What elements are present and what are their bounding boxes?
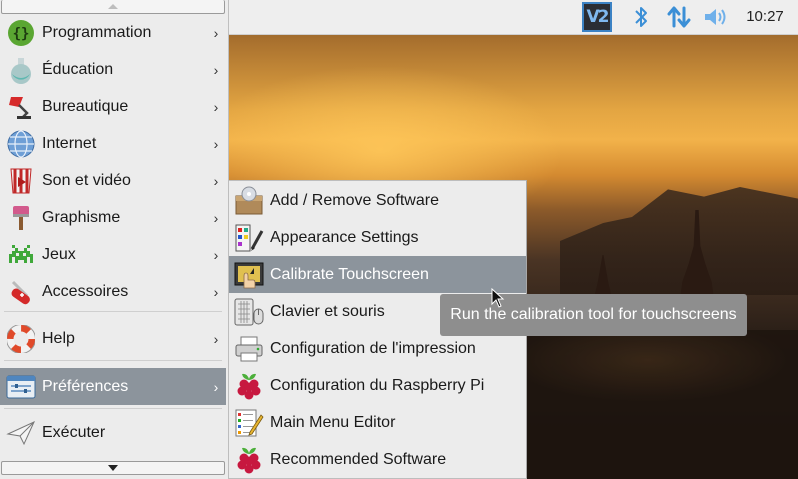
volume-tray-button[interactable]: [702, 0, 730, 34]
chevron-right-icon: ›: [213, 98, 219, 115]
menu-item-preferences[interactable]: Préférences ›: [0, 368, 226, 405]
lifebuoy-icon: [6, 324, 36, 354]
arrow-up-icon: [108, 4, 118, 9]
keyboard-mouse-icon: [234, 297, 264, 327]
vnc-tray-button[interactable]: V2: [580, 0, 614, 34]
menu-item-label: Jeux: [42, 245, 76, 263]
appearance-icon: [234, 223, 264, 253]
vnc-icon: V2: [582, 2, 612, 32]
games-invader-icon: [6, 240, 36, 270]
submenu-item-configuration-raspberry-pi[interactable]: Configuration du Raspberry Pi: [229, 367, 526, 404]
menu-item-bureautique[interactable]: Bureautique ›: [0, 88, 226, 125]
bluetooth-icon: [635, 7, 647, 27]
menu-editor-icon: [234, 408, 264, 438]
menu-item-label: Éducation: [42, 60, 114, 78]
network-icon: [667, 6, 691, 28]
programming-icon: {}: [6, 18, 36, 48]
menu-item-label: Accessoires: [42, 282, 129, 300]
menu-item-label: Exécuter: [42, 423, 106, 441]
touchscreen-icon: [234, 260, 264, 290]
chevron-right-icon: ›: [213, 61, 219, 78]
menu-item-label: Son et vidéo: [42, 171, 131, 189]
chevron-right-icon: ›: [213, 209, 219, 226]
wallpaper-hills: [560, 187, 798, 295]
menu-scroll-up-button[interactable]: [1, 0, 225, 14]
chevron-right-icon: ›: [213, 172, 219, 189]
submenu-item-main-menu-editor[interactable]: Main Menu Editor: [229, 404, 526, 441]
submenu-item-appearance-settings[interactable]: Appearance Settings: [229, 219, 526, 256]
menu-item-label: Programmation: [42, 23, 152, 41]
chevron-right-icon: ›: [213, 378, 219, 395]
submenu-item-calibrate-touchscreen[interactable]: Calibrate Touchscreen: [229, 256, 526, 293]
menu-item-jeux[interactable]: Jeux ›: [0, 236, 226, 273]
raspberry-icon: [234, 445, 264, 475]
globe-icon: [6, 129, 36, 159]
menu-item-son-et-video[interactable]: Son et vidéo ›: [0, 162, 226, 199]
submenu-item-recommended-software[interactable]: Recommended Software: [229, 441, 526, 478]
menu-separator: [4, 408, 222, 409]
volume-icon: [705, 9, 726, 25]
clock[interactable]: 10:27: [740, 0, 790, 34]
submenu-item-label: Configuration du Raspberry Pi: [270, 376, 485, 394]
submenu-item-add-remove-software[interactable]: Add / Remove Software: [229, 182, 526, 219]
arrow-down-icon: [108, 465, 118, 471]
swiss-knife-icon: [6, 277, 36, 307]
printer-icon: [234, 334, 264, 364]
menu-item-programmation[interactable]: {} Programmation ›: [0, 14, 226, 51]
preferences-icon: [6, 372, 36, 402]
menu-item-education[interactable]: Éducation ›: [0, 51, 226, 88]
education-flask-icon: [6, 55, 36, 85]
submenu-item-label: Clavier et souris: [270, 302, 385, 320]
chevron-right-icon: ›: [213, 246, 219, 263]
menu-item-help[interactable]: Help ›: [0, 320, 226, 357]
menu-item-graphisme[interactable]: Graphisme ›: [0, 199, 226, 236]
menu-separator: [4, 311, 222, 312]
network-tray-button[interactable]: [664, 0, 694, 34]
menu-item-executer[interactable]: Exécuter: [0, 414, 226, 451]
bluetooth-tray-button[interactable]: [628, 0, 654, 34]
sound-video-icon: [6, 166, 36, 196]
svg-text:{}: {}: [13, 26, 30, 42]
submenu-item-label: Configuration de l'impression: [270, 339, 476, 357]
chevron-right-icon: ›: [213, 135, 219, 152]
submenu-item-label: Calibrate Touchscreen: [270, 265, 429, 283]
paintbrush-icon: [6, 203, 36, 233]
mouse-cursor-icon: [491, 288, 505, 308]
menu-item-label: Graphisme: [42, 208, 121, 226]
menu-item-internet[interactable]: Internet ›: [0, 125, 226, 162]
package-icon: [234, 186, 264, 216]
tooltip: Run the calibration tool for touchscreen…: [440, 294, 747, 336]
menu-item-accessoires[interactable]: Accessoires ›: [0, 273, 226, 310]
submenu-item-label: Main Menu Editor: [270, 413, 396, 431]
submenu-item-label: Add / Remove Software: [270, 191, 439, 209]
menu-item-label: Bureautique: [42, 97, 129, 115]
menu-scroll-down-button[interactable]: [1, 461, 225, 475]
main-menu: {} Programmation › Éducation › Bureautiq…: [0, 0, 229, 479]
raspberry-icon: [234, 371, 264, 401]
chevron-right-icon: ›: [213, 330, 219, 347]
menu-item-label: Help: [42, 329, 75, 347]
menu-item-label: Internet: [42, 134, 97, 152]
run-paperplane-icon: [6, 418, 36, 448]
office-lamp-icon: [6, 92, 36, 122]
menu-separator: [4, 360, 222, 361]
chevron-right-icon: ›: [213, 283, 219, 300]
submenu-item-label: Recommended Software: [270, 450, 447, 468]
menu-item-label: Préférences: [42, 377, 129, 395]
submenu-item-label: Appearance Settings: [270, 228, 419, 246]
chevron-right-icon: ›: [213, 24, 219, 41]
